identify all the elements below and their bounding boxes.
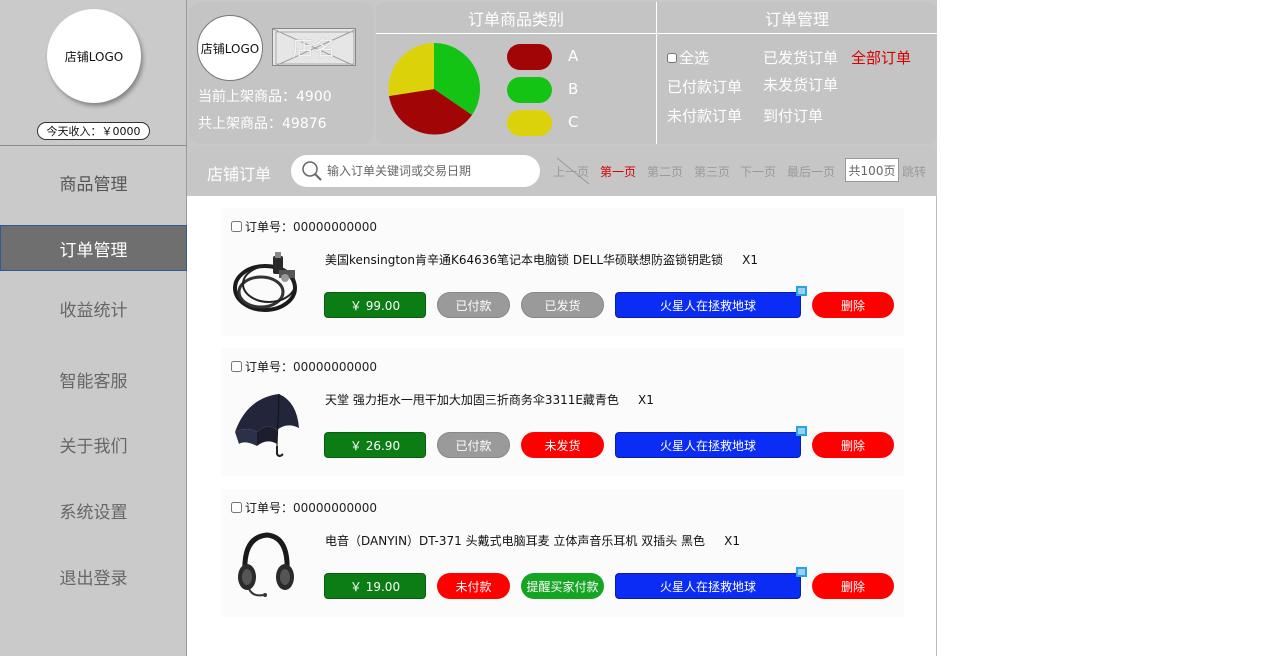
sidebar-item-support[interactable]: 智能客服 xyxy=(0,356,187,402)
order-card: 订单号： 00000000000 天堂 强力拒水一甩干加大加固三折商务伞3311… xyxy=(221,348,904,476)
search-box[interactable] xyxy=(291,155,540,187)
product-title-text: 天堂 强力拒水一甩干加大加固三折商务伞3311E藏青色 xyxy=(325,393,619,407)
chat-buyer-button[interactable]: 火星人在拯救地球 xyxy=(615,573,801,599)
toolbar-title: 店铺订单 xyxy=(207,165,272,184)
price-button[interactable]: ￥ 26.90 xyxy=(324,432,426,458)
filter-unpaid[interactable]: 未付款订单 xyxy=(667,105,742,126)
filter-cod[interactable]: 到付订单 xyxy=(763,105,823,126)
app-window: 店铺LOGO 今天收入：￥0000 商品管理 订单管理 收益统计 智能客服 关于… xyxy=(0,0,937,656)
payment-status-button[interactable]: 已付款 xyxy=(437,432,510,458)
legend-swatch-b xyxy=(507,77,552,103)
store-info-card: 店铺LOGO 店名 当前上架商品：4900 共上架商品：49876 xyxy=(189,2,374,144)
sidebar-item-revenue[interactable]: 收益统计 xyxy=(0,285,187,331)
category-panel: 订单商品类别 A B C xyxy=(376,2,656,144)
legend-swatch-a xyxy=(507,44,552,70)
filter-shipped[interactable]: 已发货订单 xyxy=(763,47,838,68)
legend-swatch-c xyxy=(507,110,552,136)
search-input[interactable] xyxy=(327,164,527,178)
search-icon[interactable] xyxy=(301,160,323,182)
shop-logo: 店铺LOGO xyxy=(47,9,141,103)
shipping-status-button[interactable]: 已发货 xyxy=(521,292,604,318)
page-3-link[interactable]: 第三页 xyxy=(694,163,730,180)
filter-all[interactable]: 全部订单 xyxy=(851,47,911,68)
current-listed-count: 当前上架商品：4900 xyxy=(198,89,332,105)
umbrella-icon xyxy=(227,388,305,460)
order-number-label: 订单号： xyxy=(245,360,294,374)
order-number-row[interactable]: 订单号： 00000000000 xyxy=(231,218,377,235)
message-icon[interactable] xyxy=(796,567,807,577)
message-icon[interactable] xyxy=(796,286,807,296)
order-number: 00000000000 xyxy=(293,219,377,234)
order-number-row[interactable]: 订单号： 00000000000 xyxy=(231,358,377,375)
legend-label-c: C xyxy=(568,113,579,131)
store-logo: 店铺LOGO xyxy=(197,15,263,81)
last-page-link[interactable]: 最后一页 xyxy=(787,163,835,180)
store-name-placeholder: 店名 xyxy=(272,28,356,66)
payment-status-button[interactable]: 未付款 xyxy=(437,573,510,599)
price-button[interactable]: ￥ 19.00 xyxy=(324,573,426,599)
order-list: 订单号： 00000000000 美国kensington肯辛通K64636笔记… xyxy=(187,196,937,656)
order-number-row[interactable]: 订单号： 00000000000 xyxy=(231,499,377,516)
select-all-checkbox[interactable] xyxy=(667,52,677,63)
orders-toolbar: 店铺订单 上一页 第一页 第二页 第三页 下一页 最后一页 共100页 跳转 xyxy=(189,146,937,196)
delete-order-button[interactable]: 删除 xyxy=(812,432,894,458)
order-number: 00000000000 xyxy=(293,359,377,374)
shipping-status-button[interactable]: 未发货 xyxy=(521,432,604,458)
chat-buyer-button[interactable]: 火星人在拯救地球 xyxy=(615,292,801,318)
filter-unshipped[interactable]: 未发货订单 xyxy=(763,74,838,95)
payment-status-button[interactable]: 已付款 xyxy=(437,292,510,318)
order-checkbox[interactable] xyxy=(231,502,242,513)
order-card: 订单号： 00000000000 电音（DANYIN）DT-371 头戴式电脑耳… xyxy=(221,489,904,617)
select-all-label: 全选 xyxy=(679,49,710,67)
pie-slice-c xyxy=(388,43,434,96)
page-2-link[interactable]: 第二页 xyxy=(647,163,683,180)
chat-buyer-button[interactable]: 火星人在拯救地球 xyxy=(615,432,801,458)
order-number-label: 订单号： xyxy=(245,220,294,234)
order-card: 订单号： 00000000000 美国kensington肯辛通K64636笔记… xyxy=(221,208,904,336)
order-filter-panel: 订单管理 全选 已发货订单 全部订单 已付款订单 未发货订单 未付款订单 到付订… xyxy=(657,2,937,144)
legend-label-b: B xyxy=(568,80,579,98)
remind-payment-button[interactable]: 提醒买家付款 xyxy=(521,573,604,599)
filter-paid[interactable]: 已付款订单 xyxy=(667,76,742,97)
category-pie-chart xyxy=(388,42,481,135)
next-page-link[interactable]: 下一页 xyxy=(740,163,776,180)
delete-order-button[interactable]: 删除 xyxy=(812,573,894,599)
product-title[interactable]: 天堂 强力拒水一甩干加大加固三折商务伞3311E藏青色 X1 xyxy=(325,391,654,408)
price-button[interactable]: ￥ 99.00 xyxy=(324,292,426,318)
order-filter-title: 订单管理 xyxy=(657,2,937,34)
product-qty: X1 xyxy=(742,253,758,267)
sidebar-item-products[interactable]: 商品管理 xyxy=(0,159,187,205)
order-number-label: 订单号： xyxy=(245,501,294,515)
total-listed-count: 共上架商品：49876 xyxy=(198,116,327,132)
message-icon[interactable] xyxy=(796,426,807,436)
sidebar-item-orders[interactable]: 订单管理 xyxy=(0,225,187,271)
sidebar-item-about[interactable]: 关于我们 xyxy=(0,421,187,467)
order-checkbox[interactable] xyxy=(231,361,242,372)
delete-order-button[interactable]: 删除 xyxy=(812,292,894,318)
sidebar-logo-area: 店铺LOGO 今天收入：￥0000 xyxy=(0,0,187,146)
product-title[interactable]: 美国kensington肯辛通K64636笔记本电脑锁 DELL华硕联想防盗锁钥… xyxy=(325,251,758,268)
product-qty: X1 xyxy=(638,393,654,407)
category-panel-title: 订单商品类别 xyxy=(376,2,656,34)
sidebar-item-settings[interactable]: 系统设置 xyxy=(0,487,187,533)
sidebar: 店铺LOGO 今天收入：￥0000 商品管理 订单管理 收益统计 智能客服 关于… xyxy=(0,0,187,656)
today-income-badge: 今天收入：￥0000 xyxy=(37,122,150,140)
cable-lock-icon xyxy=(227,248,305,320)
product-title[interactable]: 电音（DANYIN）DT-371 头戴式电脑耳麦 立体声音乐耳机 双插头 黑色 … xyxy=(325,532,740,549)
first-page-link[interactable]: 第一页 xyxy=(600,163,636,180)
store-name: 店名 xyxy=(291,37,336,62)
product-qty: X1 xyxy=(724,534,740,548)
sidebar-item-logout[interactable]: 退出登录 xyxy=(0,553,187,599)
headphones-icon xyxy=(227,529,305,601)
jump-page-link[interactable]: 跳转 xyxy=(902,163,926,180)
total-pages-box[interactable]: 共100页 xyxy=(845,158,899,182)
legend-label-a: A xyxy=(568,47,579,65)
select-all[interactable]: 全选 xyxy=(667,47,709,68)
product-title-text: 电音（DANYIN）DT-371 头戴式电脑耳麦 立体声音乐耳机 双插头 黑色 xyxy=(325,534,706,548)
prev-page-link[interactable]: 上一页 xyxy=(553,163,589,180)
order-number: 00000000000 xyxy=(293,500,377,515)
product-title-text: 美国kensington肯辛通K64636笔记本电脑锁 DELL华硕联想防盗锁钥… xyxy=(325,253,724,267)
order-checkbox[interactable] xyxy=(231,221,242,232)
